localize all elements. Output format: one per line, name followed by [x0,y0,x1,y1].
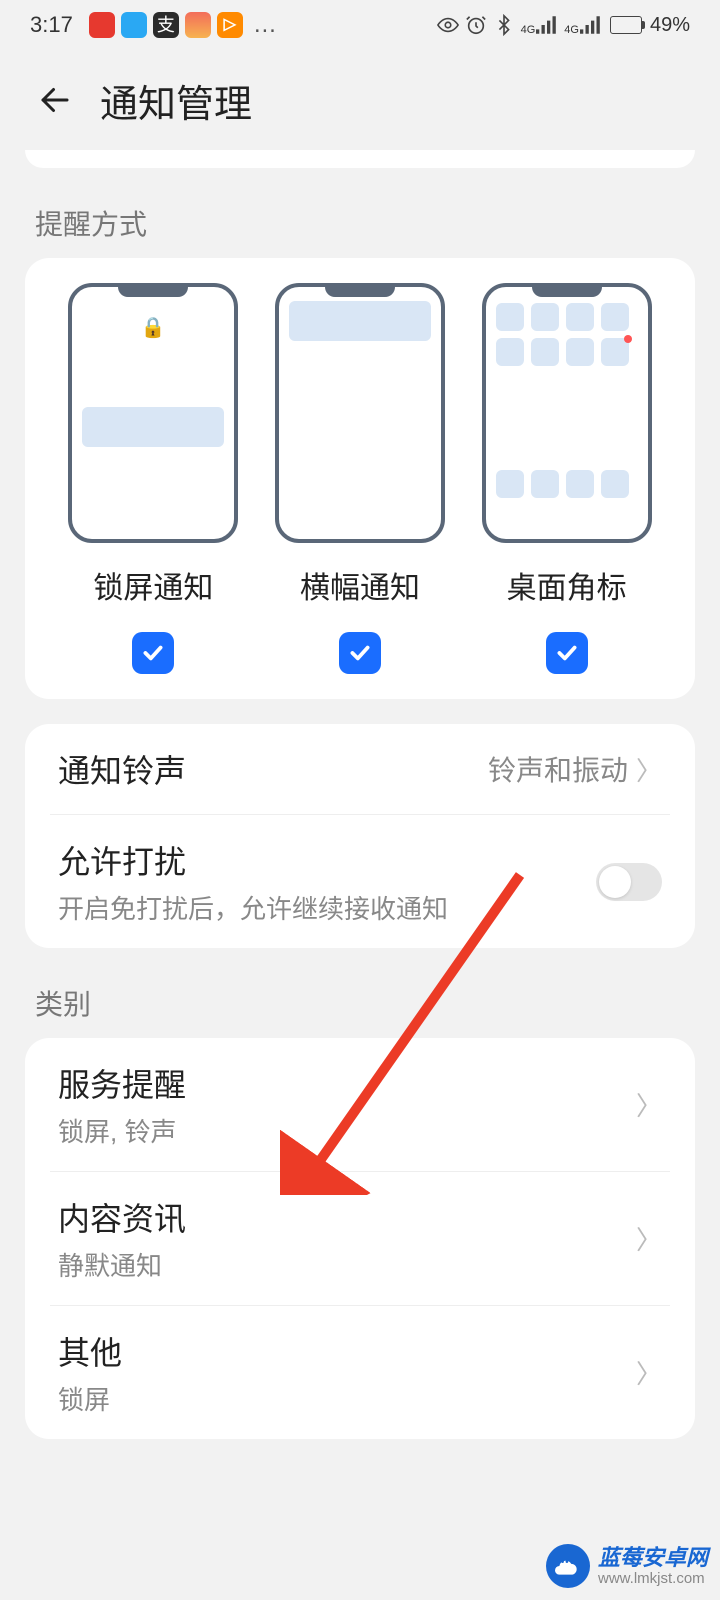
grid-icon [496,303,524,331]
notify-type-banner[interactable]: 横幅通知 [275,283,445,674]
lockscreen-notif-bar [82,407,224,447]
badge-mockup [482,283,652,543]
grid-icon [496,338,524,366]
banner-label: 横幅通知 [300,563,420,607]
check-icon [140,640,166,666]
app-icon-1 [89,12,115,38]
chevron-right-icon: 〉 [636,1354,662,1391]
alarm-icon [465,14,487,36]
categories-card: 服务提醒 锁屏, 铃声 〉 内容资讯 静默通知 〉 其他 锁屏 〉 [25,1038,695,1439]
chevron-right-icon: 〉 [636,1086,662,1123]
grid-icon [601,470,629,498]
grid-icon [531,470,559,498]
eye-icon [437,14,459,36]
category-row-other[interactable]: 其他 锁屏 〉 [50,1305,670,1439]
ringtone-row[interactable]: 通知铃声 铃声和振动 〉 [50,724,670,814]
disturb-row: 允许打扰 开启免打扰后，允许继续接收通知 [50,814,670,948]
notify-types-label: 提醒方式 [35,203,685,243]
grid-icon-with-badge [601,338,629,366]
app-icon-4 [185,12,211,38]
app-icon-3: 支 [153,12,179,38]
ringtone-value: 铃声和振动 [488,749,628,789]
grid-icon [531,338,559,366]
settings-card: 通知铃声 铃声和振动 〉 允许打扰 开启免打扰后，允许继续接收通知 [25,724,695,948]
banner-checkbox[interactable] [339,632,381,674]
check-icon [554,640,580,666]
lock-icon: 🔒 [141,315,166,340]
category-row-service[interactable]: 服务提醒 锁屏, 铃声 〉 [50,1038,670,1171]
disturb-toggle[interactable] [596,863,662,901]
disturb-title: 允许打扰 [58,837,596,883]
chevron-right-icon: 〉 [636,751,662,788]
watermark-url: www.lmkjst.com [598,1570,708,1587]
grid-icon [566,338,594,366]
grid-icon [566,470,594,498]
signal-4g-1: 4G [521,14,559,36]
category-row-content[interactable]: 内容资讯 静默通知 〉 [50,1171,670,1305]
lockscreen-checkbox[interactable] [132,632,174,674]
lockscreen-mockup: 🔒 [68,283,238,543]
category-title: 内容资讯 [58,1194,636,1240]
badge-label: 桌面角标 [507,563,627,607]
watermark: 蓝莓安卓网 www.lmkjst.com [546,1544,708,1588]
page-title: 通知管理 [100,73,252,128]
category-title: 其他 [58,1328,636,1374]
notify-types-card: 🔒 锁屏通知 横幅通知 [25,258,695,699]
category-title: 服务提醒 [58,1060,636,1106]
lockscreen-label: 锁屏通知 [93,563,213,607]
grid-icon [566,303,594,331]
category-sub: 锁屏 [58,1380,636,1417]
chevron-right-icon: 〉 [636,1220,662,1257]
disturb-sub: 开启免打扰后，允许继续接收通知 [58,889,596,926]
back-button[interactable] [30,75,80,125]
grid-icon [496,470,524,498]
back-arrow-icon [37,82,73,118]
battery-percent: 49% [650,14,690,37]
app-icon-2 [121,12,147,38]
search-bar-stub[interactable] [25,150,695,168]
status-right: 4G 4G 49% [437,14,690,37]
badge-checkbox[interactable] [546,632,588,674]
status-bar: 3:17 支 ▷ … 4G 4G 49% [0,0,720,50]
category-sub: 静默通知 [58,1246,636,1283]
category-sub: 锁屏, 铃声 [58,1112,636,1149]
signal-4g-2: 4G [564,14,602,36]
notify-type-badge[interactable]: 桌面角标 [482,283,652,674]
status-more: … [253,11,277,39]
banner-mockup [275,283,445,543]
bluetooth-icon [493,14,515,36]
watermark-badge-icon [546,1544,590,1588]
status-left: 3:17 支 ▷ … [30,11,277,39]
status-time: 3:17 [30,12,73,38]
categories-label: 类别 [35,983,685,1023]
page-header: 通知管理 [0,50,720,150]
grid-icon [531,303,559,331]
notify-type-lockscreen[interactable]: 🔒 锁屏通知 [68,283,238,674]
app-icon-5: ▷ [217,12,243,38]
check-icon [347,640,373,666]
grid-icon [601,303,629,331]
banner-notif-bar [289,301,431,341]
battery-icon [610,16,642,34]
watermark-title: 蓝莓安卓网 [598,1545,708,1570]
ringtone-title: 通知铃声 [58,746,488,792]
toggle-handle [599,866,631,898]
